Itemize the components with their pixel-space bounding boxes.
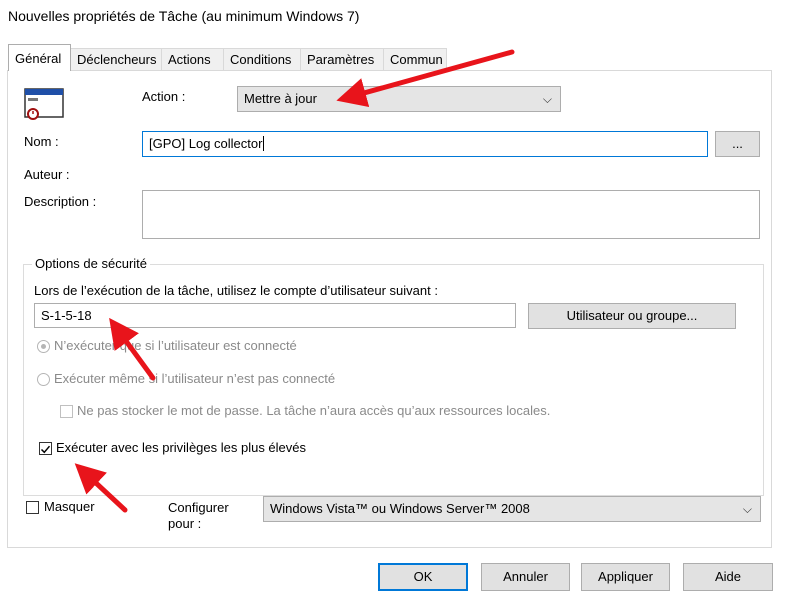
security-options-title: Options de sécurité	[32, 256, 151, 271]
description-field[interactable]	[142, 190, 760, 239]
tab-common[interactable]: Commun	[383, 48, 447, 70]
highest-privileges-checkbox[interactable]	[39, 442, 52, 455]
action-select[interactable]: Mettre à jour ⌵	[237, 86, 561, 112]
hidden-label: Masquer	[44, 499, 95, 514]
hidden-checkbox[interactable]	[26, 501, 39, 514]
name-label: Nom :	[24, 134, 59, 149]
action-select-value: Mettre à jour	[244, 91, 317, 106]
tab-settings[interactable]: Paramètres	[300, 48, 384, 70]
configure-for-select[interactable]: Windows Vista™ ou Windows Server™ 2008 ⌵	[263, 496, 761, 522]
tab-general[interactable]: Général	[8, 44, 71, 71]
help-button[interactable]: Aide	[683, 563, 773, 591]
cancel-button[interactable]: Annuler	[481, 563, 570, 591]
general-panel: Action : Mettre à jour ⌵ Nom : [GPO] Log…	[7, 70, 772, 548]
run-as-label: Lors de l’exécution de la tâche, utilise…	[34, 283, 438, 298]
tab-triggers[interactable]: Déclencheurs	[70, 48, 162, 70]
checkmark-icon	[40, 445, 51, 454]
browse-button[interactable]: ...	[715, 131, 760, 157]
user-or-group-label: Utilisateur ou groupe...	[566, 308, 698, 323]
configure-label-line2: pour :	[168, 516, 202, 531]
configure-label-line1: Configurer	[168, 500, 229, 515]
window-title: Nouvelles propriétés de Tâche (au minimu…	[8, 8, 360, 24]
run-only-logged-on-label: N’exécuter que si l’utilisateur est conn…	[54, 338, 297, 353]
no-store-password-checkbox[interactable]	[60, 405, 73, 418]
ok-button[interactable]: OK	[378, 563, 468, 591]
highest-privileges-label: Exécuter avec les privilèges les plus él…	[56, 440, 307, 455]
no-store-password-label: Ne pas stocker le mot de passe. La tâche…	[77, 403, 551, 418]
run-whether-logged-on-label: Exécuter même si l’utilisateur n’est pas…	[54, 371, 336, 386]
account-field[interactable]: S-1-5-18	[34, 303, 516, 328]
name-field-value: [GPO] Log collector	[149, 136, 263, 151]
apply-button[interactable]: Appliquer	[581, 563, 670, 591]
run-whether-logged-on-radio[interactable]	[37, 373, 50, 386]
user-or-group-button[interactable]: Utilisateur ou groupe...	[528, 303, 736, 329]
name-field[interactable]: [GPO] Log collector	[142, 131, 708, 157]
chevron-down-icon: ⌵	[742, 502, 752, 516]
tab-actions[interactable]: Actions	[161, 48, 224, 70]
chevron-down-icon: ⌵	[542, 92, 552, 106]
task-window-icon	[24, 87, 64, 121]
author-label: Auteur :	[24, 167, 70, 182]
run-only-logged-on-radio[interactable]	[37, 340, 50, 353]
description-label: Description :	[24, 194, 97, 209]
action-label: Action :	[142, 89, 186, 104]
configure-for-value: Windows Vista™ ou Windows Server™ 2008	[270, 501, 530, 516]
account-field-value: S-1-5-18	[41, 308, 92, 323]
tab-conditions[interactable]: Conditions	[223, 48, 301, 70]
